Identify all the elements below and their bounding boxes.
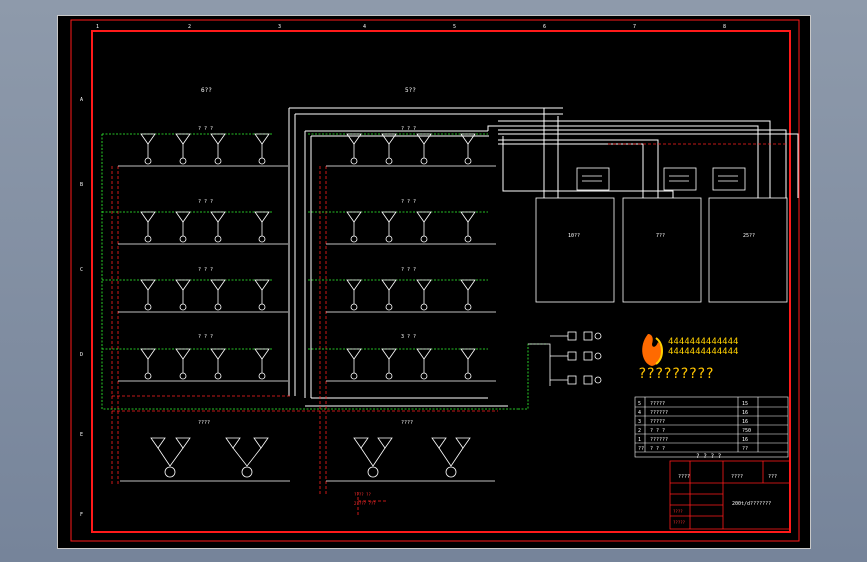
bottom-left-label: ????	[198, 420, 210, 426]
bom-row-1-no: 5	[638, 401, 641, 407]
right-row-2	[326, 211, 496, 245]
drawing-sheet: 1 2 3 4 5 6 7 8 A B C D E F 6?? 5?? ? ? …	[57, 15, 811, 549]
bom-row-5-name: ??????	[650, 437, 668, 443]
tick-top-6: 6	[543, 24, 546, 30]
company-logo	[642, 334, 663, 366]
bom-row-6-name: ? ? ?	[650, 446, 665, 452]
bom-row-4-name: ? ? ?	[650, 428, 665, 434]
note-line-2: 2???? ???	[354, 501, 376, 506]
left-row-1	[118, 133, 288, 167]
right-row-3	[326, 279, 496, 313]
boiler-3	[708, 197, 788, 303]
tick-side-d: D	[80, 352, 83, 358]
boiler-label-1: 10??	[568, 233, 580, 239]
boiler-label-2: 7??	[656, 233, 665, 239]
left-row-label-4: ? ? ?	[198, 334, 213, 340]
bom-rows: 5 ????? 15 4 ?????? 16 3 ????? 16 2 ? ? …	[638, 401, 751, 452]
right-row-label-1: ? ? ?	[401, 126, 416, 132]
left-row-2	[118, 211, 288, 245]
bom-row-5-no: 1	[638, 437, 641, 443]
right-row-label-3: ? ? ?	[401, 267, 416, 273]
left-row-label-3: ? ? ?	[198, 267, 213, 273]
red-branch-lines	[111, 143, 788, 516]
drawing-title: 200t/d???????	[732, 501, 771, 507]
title-footer: ?????	[673, 520, 686, 525]
bom-row-3-no: 3	[638, 419, 641, 425]
green-lines	[101, 133, 548, 410]
bottom-right-label: ????	[401, 420, 413, 426]
boiler-label-3: 25??	[743, 233, 755, 239]
bottom-burner-groups	[120, 437, 495, 482]
title-field-c: ???	[768, 474, 777, 480]
tick-side-c: C	[80, 267, 83, 273]
right-row-4	[326, 348, 496, 382]
bom-row-1-qty: 15	[742, 401, 748, 407]
main-pipes	[288, 107, 799, 407]
tick-top-1: 1	[96, 24, 99, 30]
boiler-2	[622, 197, 702, 303]
left-burner-rows	[118, 133, 288, 382]
bom-row-5-qty: 16	[742, 437, 748, 443]
right-row-1	[326, 133, 496, 167]
tick-top-3: 3	[278, 24, 281, 30]
left-row-label-1: ? ? ?	[198, 126, 213, 132]
tick-top-5: 5	[453, 24, 456, 30]
bom-row-2-no: 4	[638, 410, 641, 416]
valve-cluster	[528, 331, 602, 386]
bom-row-2-qty: 16	[742, 410, 748, 416]
logo-question-line: ?????????	[638, 366, 714, 382]
left-row-label-2: ? ? ?	[198, 199, 213, 205]
bom-row-3-name: ?????	[650, 419, 665, 425]
tick-side-b: B	[80, 182, 83, 188]
tick-side-e: E	[80, 432, 83, 438]
title-field-a: ????	[678, 474, 690, 480]
border-ticks-top: 1 2 3 4 5 6 7 8	[96, 24, 726, 30]
tick-side-f: F	[80, 512, 83, 518]
left-row-4	[118, 348, 288, 382]
bom-caption: ? ? ? ?	[696, 453, 722, 460]
bom-row-6-qty: ??	[742, 446, 748, 452]
left-row-3	[118, 279, 288, 313]
right-burner-rows	[326, 133, 496, 382]
boiler-1	[535, 197, 615, 303]
tick-top-2: 2	[188, 24, 191, 30]
logo-digits-2: 4444444444444	[668, 347, 738, 357]
title-block	[669, 460, 791, 530]
tick-top-7: 7	[633, 24, 636, 30]
right-zone-header: 5??	[405, 87, 416, 94]
note-line-1: ???? ??	[354, 492, 371, 497]
bom-row-6-no: ??	[638, 446, 644, 452]
bom-row-4-no: 2	[638, 428, 641, 434]
row-labels: ? ? ? ? ? ? ? ? ? ? ? ? ? ? ? ? ? ? ? ? …	[198, 126, 416, 340]
title-scale-note: ????	[673, 509, 683, 514]
tick-side-a: A	[80, 97, 83, 103]
right-row-label-4: 3 ? ?	[401, 334, 416, 340]
bom-row-4-qty: ?50	[742, 428, 751, 434]
bom-row-3-qty: 16	[742, 419, 748, 425]
schematic-canvas: 1 2 3 4 5 6 7 8 A B C D E F 6?? 5?? ? ? …	[70, 19, 800, 542]
logo-digits: 4444444444444	[668, 337, 738, 347]
bom-row-2-name: ??????	[650, 410, 668, 416]
right-row-label-2: ? ? ?	[401, 199, 416, 205]
left-zone-header: 6??	[201, 87, 212, 94]
tick-top-8: 8	[723, 24, 726, 30]
border-ticks-side: A B C D E F	[80, 97, 83, 518]
tick-top-4: 4	[363, 24, 366, 30]
title-field-b: ????	[731, 474, 743, 480]
bom-row-1-name: ?????	[650, 401, 665, 407]
